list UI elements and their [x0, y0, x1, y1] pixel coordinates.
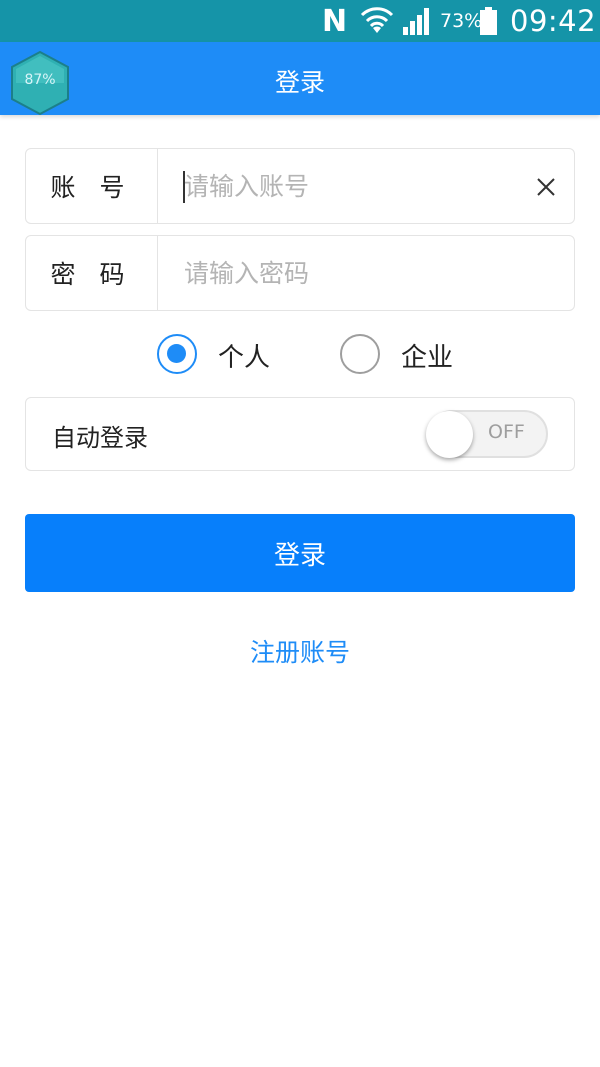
radio-enterprise-label[interactable]: 企业: [401, 337, 453, 374]
account-input[interactable]: [184, 163, 524, 209]
toggle-state: OFF: [488, 421, 525, 443]
app-bar: 登录: [0, 42, 600, 115]
password-field: 密 码: [25, 235, 575, 311]
status-time: 09:42: [510, 4, 597, 38]
password-input[interactable]: [184, 250, 524, 296]
login-button[interactable]: 登录: [25, 514, 575, 592]
toggle-knob[interactable]: [426, 411, 473, 458]
account-type-group: 个人 企业: [0, 334, 600, 374]
radio-personal-label[interactable]: 个人: [218, 337, 270, 374]
auto-login-row: 自动登录 OFF: [25, 397, 575, 471]
password-label: 密 码: [26, 236, 158, 310]
badge-text: 87%: [24, 72, 56, 88]
text-cursor: [183, 171, 185, 203]
account-field: 账 号: [25, 148, 575, 224]
battery-percent: 73%: [440, 10, 483, 32]
radio-personal[interactable]: [157, 334, 197, 374]
auto-login-label: 自动登录: [52, 424, 148, 452]
wifi-icon: [360, 7, 394, 33]
account-label: 账 号: [26, 149, 158, 223]
memory-badge[interactable]: 87%: [9, 50, 71, 116]
clear-icon[interactable]: [532, 173, 560, 201]
radio-enterprise[interactable]: [340, 334, 380, 374]
nfc-icon: N: [322, 4, 348, 39]
status-bar: N 73% 09:42: [0, 0, 600, 42]
auto-login-toggle[interactable]: OFF: [426, 410, 548, 458]
register-link[interactable]: 注册账号: [0, 633, 600, 669]
battery-icon: [480, 7, 497, 35]
signal-icon: [403, 8, 429, 35]
page-title: 登录: [274, 68, 325, 97]
